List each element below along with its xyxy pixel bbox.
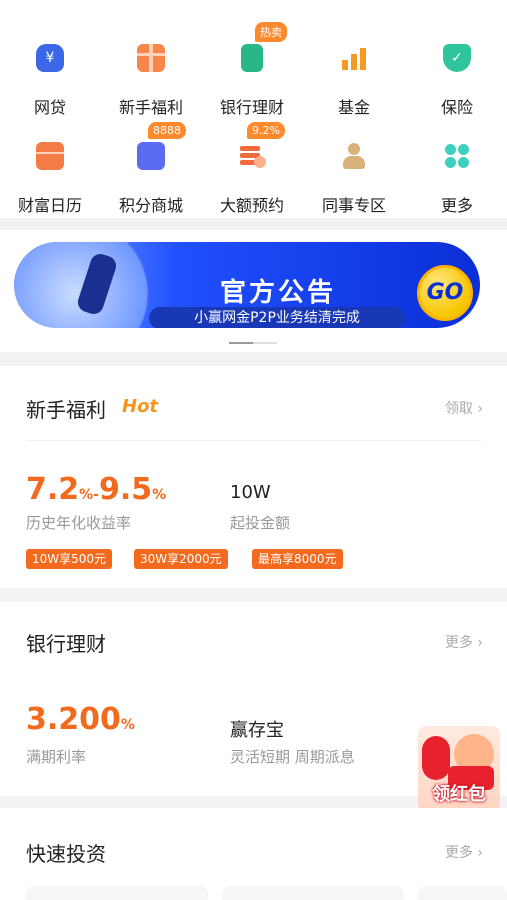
hot-label: Hot	[122, 396, 159, 417]
grid-item-fund[interactable]: 基金	[309, 16, 399, 117]
product-description: 灵活短期 周期派息	[230, 748, 355, 766]
section-title: 新手福利	[26, 398, 106, 422]
newbie-rate: 7.2%-9.5%	[26, 472, 167, 507]
more-grid-icon	[443, 142, 471, 170]
grid-label: 更多	[440, 196, 473, 215]
min-investment-label: 起投金额	[230, 514, 291, 532]
reward-tag: 30W享2000元	[134, 549, 228, 569]
invest-card[interactable]	[418, 886, 507, 900]
shield-icon: ✓	[443, 44, 471, 72]
carousel-indicator	[229, 342, 277, 344]
colleague-icon	[340, 142, 368, 170]
lantern-icon	[422, 736, 450, 780]
grid-label: 大额预约	[219, 196, 284, 215]
grid-item-loan[interactable]: ¥ 网贷	[5, 16, 95, 117]
more-link[interactable]: 更多 ›	[445, 842, 483, 862]
grid-item-more[interactable]: 更多	[412, 114, 502, 215]
section-title: 银行理财	[26, 632, 106, 656]
grid-item-insurance[interactable]: ✓ 保险	[412, 16, 502, 117]
grid-label: 同事专区	[321, 196, 386, 215]
red-packet-label: 领红包	[432, 784, 486, 805]
go-button[interactable]: GO	[417, 265, 473, 321]
reward-tag: 10W享500元	[26, 549, 113, 569]
grid-item-colleague-zone[interactable]: 同事专区	[309, 114, 399, 215]
claim-link[interactable]: 领取 ›	[445, 398, 483, 418]
banner-subtitle: 小赢网金P2P业务结清完成	[149, 307, 405, 328]
invest-card[interactable]	[222, 886, 404, 900]
bank-icon	[241, 44, 263, 72]
quick-access-grid: ¥ 网贷 新手福利 热卖 银行理财 基金 ✓ 保险 财富日历 8888 积分商城…	[0, 0, 507, 218]
points-badge: 8888	[148, 122, 186, 139]
rate-badge: 9.2%	[247, 122, 285, 139]
reward-tag: 最高享8000元	[252, 549, 343, 569]
grid-label: 积分商城	[118, 196, 183, 215]
rate-label: 满期利率	[26, 748, 87, 766]
grid-item-bank-finance[interactable]: 热卖 银行理财	[207, 16, 297, 117]
banner-title: 官方公告	[220, 278, 337, 308]
grid-label: 财富日历	[17, 196, 82, 215]
coins-icon	[238, 142, 266, 170]
announcement-banner[interactable]: 官方公告 小赢网金P2P业务结清完成	[14, 242, 480, 328]
chart-bar-icon	[340, 44, 368, 72]
shopping-bag-icon	[137, 142, 165, 170]
invest-card[interactable]	[26, 886, 208, 900]
divider	[26, 440, 481, 441]
red-packet-float[interactable]: 领红包	[418, 726, 500, 812]
more-link[interactable]: 更多 ›	[445, 632, 483, 652]
bank-rate: 3.200%	[26, 702, 135, 737]
grid-item-large-reservation[interactable]: 9.2% 大额预约	[207, 114, 297, 215]
min-investment: 10W	[230, 482, 271, 503]
product-name[interactable]: 赢存宝	[230, 716, 284, 742]
grid-item-newbie[interactable]: 新手福利	[106, 16, 196, 117]
gift-icon	[137, 44, 165, 72]
money-bag-icon: ¥	[36, 44, 64, 72]
calendar-icon	[36, 142, 64, 170]
section-title: 快速投资	[26, 842, 106, 866]
grid-item-wealth-calendar[interactable]: 财富日历	[5, 114, 95, 215]
rate-label: 历史年化收益率	[26, 514, 132, 532]
grid-item-points-mall[interactable]: 8888 积分商城	[106, 114, 196, 215]
hot-badge: 热卖	[255, 22, 287, 42]
